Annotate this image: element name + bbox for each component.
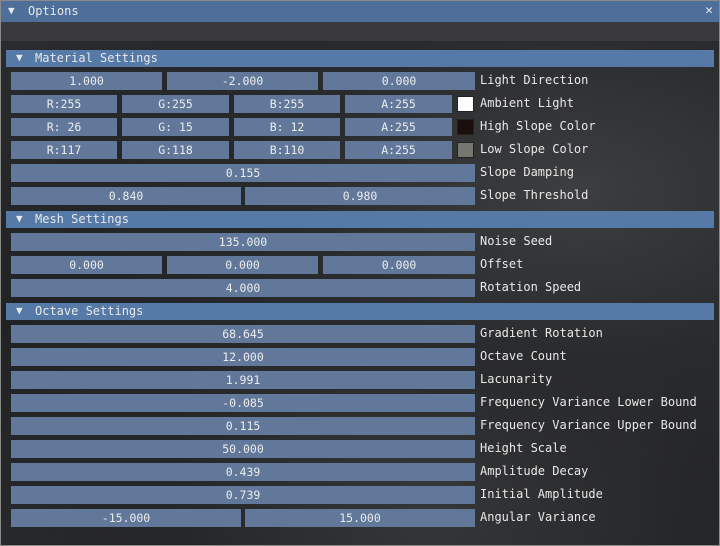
ambient-light-color-swatch[interactable] — [457, 96, 474, 112]
ambient-light-r-field[interactable]: R:255 — [11, 95, 117, 113]
offset-label: Offset — [480, 257, 524, 271]
row-slope-threshold: 0.840 0.980 Slope Threshold — [1, 187, 719, 206]
lacunarity-field[interactable]: 1.991 — [11, 371, 475, 389]
row-low-slope-color: R:117 G:118 B:110 A:255 Low Slope Color — [1, 141, 719, 160]
window-title: Options — [28, 4, 79, 18]
offset-x-field[interactable]: 0.000 — [11, 256, 162, 274]
window-titlebar[interactable]: ▼ Options ✕ — [1, 1, 719, 22]
row-high-slope-color: R: 26 G: 15 B: 12 A:255 High Slope Color — [1, 118, 719, 137]
section-material-settings[interactable]: ▼ Material Settings — [6, 50, 714, 67]
offset-y-field[interactable]: 0.000 — [167, 256, 318, 274]
amplitude-decay-field[interactable]: 0.439 — [11, 463, 475, 481]
row-lacunarity: 1.991 Lacunarity — [1, 371, 719, 390]
slope-threshold-max-field[interactable]: 0.980 — [245, 187, 475, 205]
section-title: Octave Settings — [35, 304, 144, 318]
light-direction-z-field[interactable]: 0.000 — [323, 72, 475, 90]
section-title: Material Settings — [35, 51, 158, 65]
row-slope-damping: 0.155 Slope Damping — [1, 164, 719, 183]
row-initial-amplitude: 0.739 Initial Amplitude — [1, 486, 719, 505]
slope-damping-field[interactable]: 0.155 — [11, 164, 475, 182]
high-slope-g-field[interactable]: G: 15 — [122, 118, 229, 136]
collapse-arrow-icon: ▼ — [16, 304, 23, 317]
slope-threshold-min-field[interactable]: 0.840 — [11, 187, 241, 205]
high-slope-a-field[interactable]: A:255 — [345, 118, 452, 136]
octave-count-label: Octave Count — [480, 349, 567, 363]
freq-var-lower-field[interactable]: -0.085 — [11, 394, 475, 412]
row-light-direction: 1.000 -2.000 0.000 Light Direction — [1, 72, 719, 91]
high-slope-color-label: High Slope Color — [480, 119, 596, 133]
options-window: ▼ Options ✕ ▼ Material Settings 1.000 -2… — [0, 0, 720, 546]
light-direction-x-field[interactable]: 1.000 — [11, 72, 162, 90]
row-angular-variance: -15.000 15.000 Angular Variance — [1, 509, 719, 528]
low-slope-b-field[interactable]: B:110 — [234, 141, 340, 159]
amplitude-decay-label: Amplitude Decay — [480, 464, 589, 478]
collapse-arrow-icon: ▼ — [16, 212, 23, 225]
row-freq-var-lower: -0.085 Frequency Variance Lower Bound — [1, 394, 719, 413]
row-rotation-speed: 4.000 Rotation Speed — [1, 279, 719, 298]
ambient-light-b-field[interactable]: B:255 — [234, 95, 340, 113]
initial-amplitude-field[interactable]: 0.739 — [11, 486, 475, 504]
rotation-speed-field[interactable]: 4.000 — [11, 279, 475, 297]
menu-bar — [1, 22, 719, 41]
rotation-speed-label: Rotation Speed — [480, 280, 582, 294]
gradient-rotation-field[interactable]: 68.645 — [11, 325, 475, 343]
ambient-light-g-field[interactable]: G:255 — [122, 95, 229, 113]
close-icon[interactable]: ✕ — [705, 3, 713, 18]
row-ambient-light: R:255 G:255 B:255 A:255 Ambient Light — [1, 95, 719, 114]
lacunarity-label: Lacunarity — [480, 372, 553, 386]
noise-seed-field[interactable]: 135.000 — [11, 233, 475, 251]
freq-var-lower-label: Frequency Variance Lower Bound — [480, 395, 697, 409]
row-octave-count: 12.000 Octave Count — [1, 348, 719, 367]
collapse-arrow-icon[interactable]: ▼ — [8, 4, 15, 17]
low-slope-color-swatch[interactable] — [457, 142, 474, 158]
row-freq-var-upper: 0.115 Frequency Variance Upper Bound — [1, 417, 719, 436]
low-slope-a-field[interactable]: A:255 — [345, 141, 452, 159]
row-amplitude-decay: 0.439 Amplitude Decay — [1, 463, 719, 482]
angular-variance-max-field[interactable]: 15.000 — [245, 509, 475, 527]
height-scale-field[interactable]: 50.000 — [11, 440, 475, 458]
ambient-light-label: Ambient Light — [480, 96, 574, 110]
row-offset: 0.000 0.000 0.000 Offset — [1, 256, 719, 275]
low-slope-r-field[interactable]: R:117 — [11, 141, 117, 159]
angular-variance-label: Angular Variance — [480, 510, 596, 524]
section-title: Mesh Settings — [35, 212, 129, 226]
section-octave-settings[interactable]: ▼ Octave Settings — [6, 303, 714, 320]
low-slope-color-label: Low Slope Color — [480, 142, 589, 156]
gradient-rotation-label: Gradient Rotation — [480, 326, 603, 340]
initial-amplitude-label: Initial Amplitude — [480, 487, 603, 501]
angular-variance-min-field[interactable]: -15.000 — [11, 509, 241, 527]
high-slope-b-field[interactable]: B: 12 — [234, 118, 340, 136]
noise-seed-label: Noise Seed — [480, 234, 553, 248]
offset-z-field[interactable]: 0.000 — [323, 256, 475, 274]
collapse-arrow-icon: ▼ — [16, 51, 23, 64]
low-slope-g-field[interactable]: G:118 — [122, 141, 229, 159]
freq-var-upper-label: Frequency Variance Upper Bound — [480, 418, 697, 432]
freq-var-upper-field[interactable]: 0.115 — [11, 417, 475, 435]
row-height-scale: 50.000 Height Scale — [1, 440, 719, 459]
slope-damping-label: Slope Damping — [480, 165, 574, 179]
height-scale-label: Height Scale — [480, 441, 567, 455]
high-slope-color-swatch[interactable] — [457, 119, 474, 135]
light-direction-label: Light Direction — [480, 73, 589, 87]
row-noise-seed: 135.000 Noise Seed — [1, 233, 719, 252]
slope-threshold-label: Slope Threshold — [480, 188, 589, 202]
octave-count-field[interactable]: 12.000 — [11, 348, 475, 366]
section-mesh-settings[interactable]: ▼ Mesh Settings — [6, 211, 714, 228]
ambient-light-a-field[interactable]: A:255 — [345, 95, 452, 113]
row-gradient-rotation: 68.645 Gradient Rotation — [1, 325, 719, 344]
high-slope-r-field[interactable]: R: 26 — [11, 118, 117, 136]
light-direction-y-field[interactable]: -2.000 — [167, 72, 318, 90]
